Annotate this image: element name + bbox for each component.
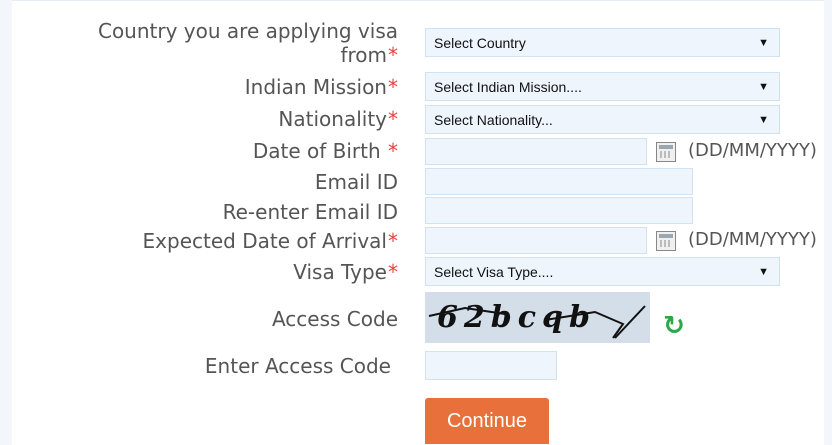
dob-label: Date of Birth * [253,139,398,163]
caret-down-icon: ▼ [758,36,769,49]
nationality-select-value: Select Nationality... [434,111,553,128]
refresh-icon[interactable]: ↻ [660,312,688,340]
visa-type-label-text: Visa Type [293,260,387,284]
required-marker: * [388,43,398,67]
mission-label: Indian Mission* [245,75,398,99]
calendar-icon[interactable] [656,142,676,162]
access-code-label-text: Access Code [271,307,398,331]
country-select[interactable]: Select Country ▼ [425,28,780,57]
nationality-select[interactable]: Select Nationality... ▼ [425,105,780,134]
access-code-label: Access Code [272,307,398,331]
email-input[interactable] [425,168,693,195]
caret-down-icon: ▼ [758,265,769,278]
mission-label-text: Indian Mission [244,75,387,99]
required-marker: * [388,229,398,253]
visa-type-select[interactable]: Select Visa Type.... ▼ [425,257,780,286]
calendar-icon[interactable] [656,231,676,251]
required-marker: * [388,107,398,131]
dob-format-hint: (DD/MM/YYYY) [688,140,817,161]
country-label-line2: from [340,43,387,67]
nationality-label-text: Nationality [278,107,387,131]
enter-access-code-label-text: Enter Access Code [204,354,391,378]
caret-down-icon: ▼ [758,80,769,93]
dob-label-text: Date of Birth [252,139,387,163]
enter-access-code-label: Enter Access Code [205,354,391,378]
email-label-text: Email ID [314,170,398,194]
dob-input[interactable] [425,138,647,165]
arrival-label-text: Expected Date of Arrival [142,229,387,253]
country-label-2: from* [340,43,398,67]
required-marker: * [388,139,398,163]
email-confirm-label: Re-enter Email ID [223,200,398,224]
visa-type-label: Visa Type* [293,260,398,284]
access-code-input[interactable] [425,351,557,380]
email-label: Email ID [315,170,398,194]
nationality-label: Nationality* [278,107,398,131]
arrival-input[interactable] [425,227,647,254]
captcha-noise-lines [428,305,646,339]
country-select-value: Select Country [434,34,526,51]
caret-down-icon: ▼ [758,113,769,126]
visa-form-panel [12,0,824,445]
arrival-label: Expected Date of Arrival* [143,229,398,253]
required-marker: * [388,75,398,99]
email-confirm-input[interactable] [425,197,693,224]
captcha-image: 62bcqb [425,292,650,343]
mission-select[interactable]: Select Indian Mission.... ▼ [425,72,780,101]
arrival-format-hint: (DD/MM/YYYY) [688,229,817,250]
continue-button[interactable]: Continue [425,398,549,444]
country-label-line1: Country you are applying visa [97,19,398,43]
mission-select-value: Select Indian Mission.... [434,78,582,95]
email-confirm-label-text: Re-enter Email ID [222,200,398,224]
country-label: Country you are applying visa [98,19,398,43]
required-marker: * [388,260,398,284]
visa-type-select-value: Select Visa Type.... [434,263,554,280]
